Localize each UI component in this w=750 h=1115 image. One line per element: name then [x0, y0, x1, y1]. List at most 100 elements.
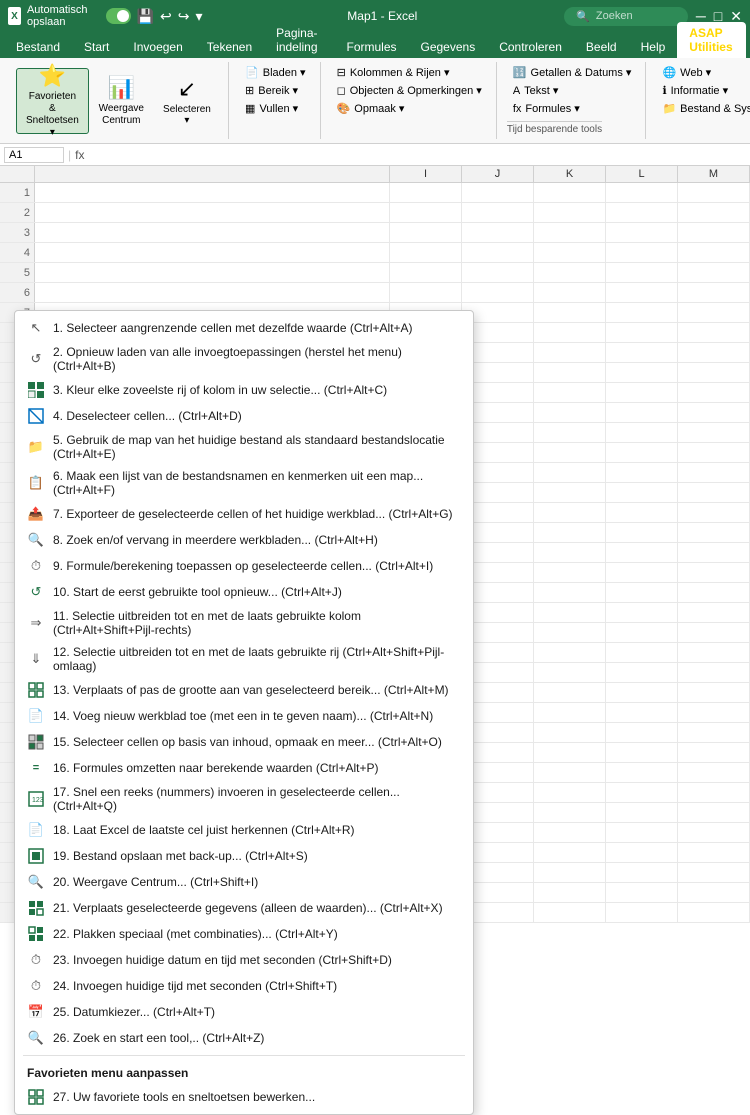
cell-l[interactable]	[606, 803, 678, 822]
menu-item-8[interactable]: 🔍 8. Zoek en/of vervang in meerdere werk…	[15, 527, 473, 553]
cell-l[interactable]	[606, 323, 678, 342]
menu-item-10[interactable]: ↺ 10. Start de eerst gebruikte tool opni…	[15, 579, 473, 605]
menu-item-5[interactable]: 📁 5. Gebruik de map van het huidige best…	[15, 429, 473, 465]
cell-m[interactable]	[678, 523, 750, 542]
menu-item-19[interactable]: 19. Bestand opslaan met back-up... (Ctrl…	[15, 843, 473, 869]
cell-k[interactable]	[534, 263, 606, 282]
menu-item-24[interactable]: ⏱ 24. Invoegen huidige tijd met seconden…	[15, 973, 473, 999]
cell-m[interactable]	[678, 603, 750, 622]
cell-m[interactable]	[678, 703, 750, 722]
cell-m[interactable]	[678, 663, 750, 682]
favorieten-button[interactable]: ⭐ Favorieten &Sneltoetsen ▾	[16, 68, 89, 134]
cell-k[interactable]	[534, 903, 606, 922]
cell-k[interactable]	[534, 403, 606, 422]
cell-l[interactable]	[606, 343, 678, 362]
cell-m[interactable]	[678, 783, 750, 802]
menu-item-7[interactable]: 📤 7. Exporteer de geselecteerde cellen o…	[15, 501, 473, 527]
menu-item-9[interactable]: ⏱ 9. Formule/berekening toepassen op ges…	[15, 553, 473, 579]
cell-k[interactable]	[534, 683, 606, 702]
cell-k[interactable]	[534, 603, 606, 622]
cell-l[interactable]	[606, 663, 678, 682]
cell-i[interactable]	[390, 203, 462, 222]
cell-j[interactable]	[462, 223, 534, 242]
tab-formules[interactable]: Formules	[334, 36, 408, 58]
cell-l[interactable]	[606, 823, 678, 842]
cell-k[interactable]	[534, 363, 606, 382]
cell-i[interactable]	[390, 183, 462, 202]
cell-k[interactable]	[534, 203, 606, 222]
search-box[interactable]: 🔍	[564, 7, 688, 26]
cell-k[interactable]	[534, 523, 606, 542]
menu-item-21[interactable]: 21. Verplaats geselecteerde gegevens (al…	[15, 895, 473, 921]
cell-l[interactable]	[606, 883, 678, 902]
menu-item-25[interactable]: 📅 25. Datumkiezer... (Ctrl+Alt+T)	[15, 999, 473, 1025]
cell-main[interactable]	[35, 223, 390, 242]
cell-m[interactable]	[678, 283, 750, 302]
cell-i[interactable]	[390, 223, 462, 242]
cell-j[interactable]	[462, 283, 534, 302]
cell-m[interactable]	[678, 583, 750, 602]
cell-l[interactable]	[606, 643, 678, 662]
cell-m[interactable]	[678, 863, 750, 882]
cell-m[interactable]	[678, 303, 750, 322]
cell-m[interactable]	[678, 343, 750, 362]
cell-k[interactable]	[534, 343, 606, 362]
tab-beeld[interactable]: Beeld	[574, 36, 629, 58]
cell-k[interactable]	[534, 243, 606, 262]
cell-m[interactable]	[678, 403, 750, 422]
cell-j[interactable]	[462, 243, 534, 262]
cell-l[interactable]	[606, 423, 678, 442]
cell-main[interactable]	[35, 183, 390, 202]
cell-l[interactable]	[606, 743, 678, 762]
cell-m[interactable]	[678, 223, 750, 242]
undo-icon[interactable]: ↩	[160, 8, 172, 25]
menu-item-15[interactable]: 15. Selecteer cellen op basis van inhoud…	[15, 729, 473, 755]
cell-k[interactable]	[534, 563, 606, 582]
menu-item-20[interactable]: 🔍 20. Weergave Centrum... (Ctrl+Shift+I)	[15, 869, 473, 895]
cell-k[interactable]	[534, 283, 606, 302]
tekst-button[interactable]: ATekst ▾	[507, 82, 638, 99]
cell-l[interactable]	[606, 183, 678, 202]
menu-item-4[interactable]: 4. Deselecteer cellen... (Ctrl+Alt+D)	[15, 403, 473, 429]
cell-k[interactable]	[534, 703, 606, 722]
menu-item-3[interactable]: 3. Kleur elke zoveelste rij of kolom in …	[15, 377, 473, 403]
menu-item-12[interactable]: ⇓ 12. Selectie uitbreiden tot en met de …	[15, 641, 473, 677]
cell-m[interactable]	[678, 463, 750, 482]
cell-l[interactable]	[606, 503, 678, 522]
cell-l[interactable]	[606, 563, 678, 582]
cell-i[interactable]	[390, 243, 462, 262]
cell-l[interactable]	[606, 603, 678, 622]
cell-l[interactable]	[606, 283, 678, 302]
cell-l[interactable]	[606, 903, 678, 922]
cell-m[interactable]	[678, 803, 750, 822]
cell-l[interactable]	[606, 723, 678, 742]
cell-l[interactable]	[606, 363, 678, 382]
menu-item-6[interactable]: 📋 6. Maak een lijst van de bestandsnamen…	[15, 465, 473, 501]
cell-m[interactable]	[678, 543, 750, 562]
cell-m[interactable]	[678, 323, 750, 342]
cell-k[interactable]	[534, 463, 606, 482]
cell-k[interactable]	[534, 843, 606, 862]
cell-k[interactable]	[534, 423, 606, 442]
tab-help[interactable]: Help	[629, 36, 678, 58]
tab-start[interactable]: Start	[72, 36, 121, 58]
cell-k[interactable]	[534, 883, 606, 902]
cell-k[interactable]	[534, 483, 606, 502]
cell-m[interactable]	[678, 243, 750, 262]
cell-m[interactable]	[678, 643, 750, 662]
cell-l[interactable]	[606, 783, 678, 802]
cell-m[interactable]	[678, 183, 750, 202]
cell-l[interactable]	[606, 863, 678, 882]
tab-asap[interactable]: ASAP Utilities	[677, 22, 746, 58]
cell-m[interactable]	[678, 363, 750, 382]
formules-button[interactable]: fxFormules ▾	[507, 100, 638, 117]
cell-m[interactable]	[678, 823, 750, 842]
cell-l[interactable]	[606, 303, 678, 322]
cell-m[interactable]	[678, 423, 750, 442]
name-box[interactable]	[4, 147, 64, 163]
cell-main[interactable]	[35, 203, 390, 222]
menu-item-26[interactable]: 🔍 26. Zoek en start een tool,.. (Ctrl+Al…	[15, 1025, 473, 1051]
redo-icon[interactable]: ↪	[178, 8, 190, 25]
info-button[interactable]: ℹInformatie ▾	[656, 82, 750, 99]
tab-invoegen[interactable]: Invoegen	[121, 36, 194, 58]
